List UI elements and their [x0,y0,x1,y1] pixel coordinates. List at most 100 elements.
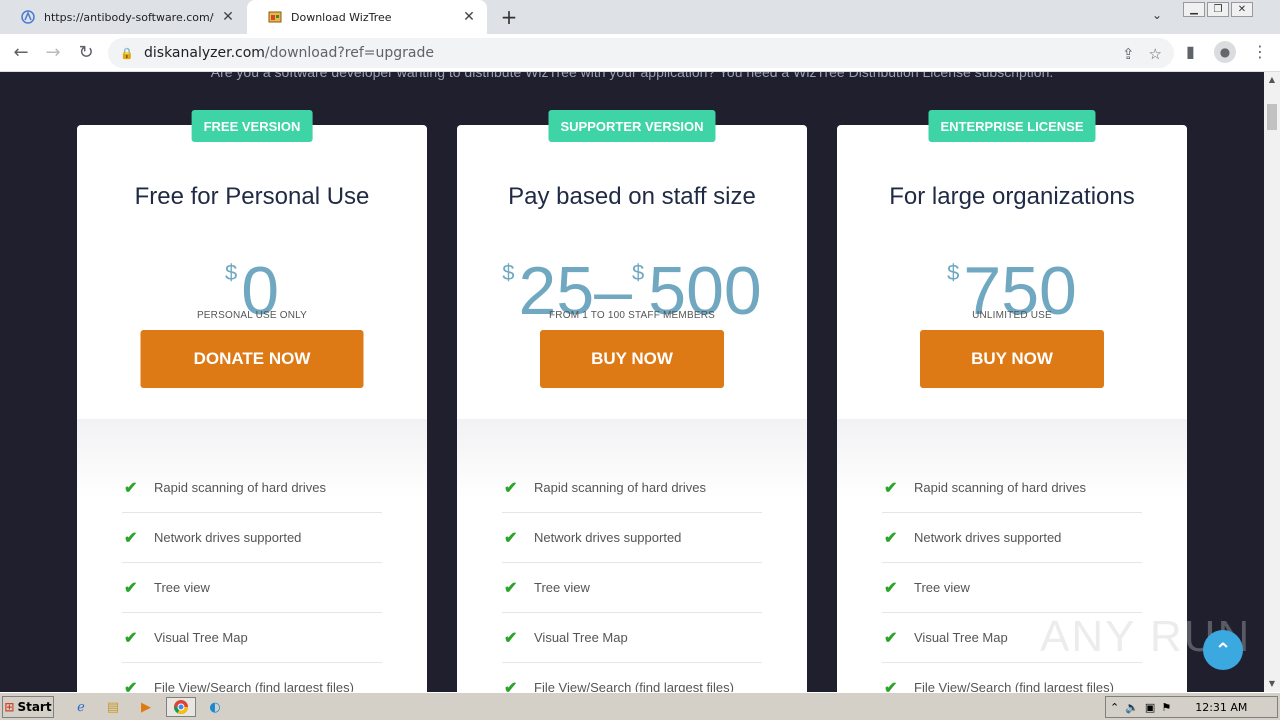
close-icon[interactable]: ✕ [220,9,236,25]
currency-symbol: $ [632,260,645,285]
tab-antibody-files[interactable]: https://antibody-software.com/files/ ✕ [0,0,246,34]
scroll-up-icon[interactable]: ▲ [1264,72,1280,88]
list-item: ✔ Tree view [882,563,1142,613]
minimize-button[interactable]: ▁ [1183,2,1205,17]
share-icon[interactable]: ⇪ [1122,45,1135,63]
scroll-down-icon[interactable]: ▼ [1264,676,1280,692]
new-tab-button[interactable]: + [498,5,520,29]
list-item: ✔ Network drives supported [122,513,382,563]
feature-label: File View/Search (find largest files) [154,680,354,692]
donate-now-button[interactable]: DONATE NOW [140,330,364,388]
checkmark-icon: ✔ [884,679,898,693]
list-item: ✔ File View/Search (find largest files) [122,663,382,693]
plan-badge: ENTERPRISE LICENSE [928,110,1096,142]
plan-card-supporter: SUPPORTER VERSION Pay based on staff siz… [457,110,807,692]
feature-label: File View/Search (find largest files) [534,680,734,692]
checkmark-icon: ✔ [884,529,898,547]
feature-label: Network drives supported [154,530,302,545]
currency-symbol: $ [947,260,960,285]
buy-now-button[interactable]: BUY NOW [920,330,1104,388]
tab-bar: https://antibody-software.com/files/ ✕ D… [0,0,1280,34]
list-item: ✔ Tree view [122,563,382,613]
back-icon[interactable]: ← [10,42,32,63]
menu-icon[interactable]: ⋮ [1252,42,1268,61]
feature-label: Visual Tree Map [154,630,248,645]
edge-icon[interactable]: ◐ [204,697,226,717]
scrollbar-thumb[interactable] [1267,104,1277,130]
scroll-to-top-button[interactable]: ⌃ [1203,630,1243,670]
address-bar[interactable]: 🔒 diskanalyzer.com/download?ref=upgrade … [108,38,1174,68]
network-icon[interactable]: ▣ [1145,701,1155,714]
currency-symbol: $ [502,260,515,285]
plan-title: For large organizations [889,183,1135,210]
feature-label: Tree view [534,580,590,595]
clock[interactable]: 12:31 AM [1195,701,1247,714]
feature-label: Network drives supported [914,530,1062,545]
list-item: ✔ Network drives supported [502,513,762,563]
sidebar-icon[interactable]: ▮ [1186,42,1195,61]
restore-button[interactable]: ❐ [1207,2,1229,17]
plan-title: Free for Personal Use [134,183,370,210]
close-window-button[interactable]: ✕ [1231,2,1253,17]
checkmark-icon: ✔ [124,679,138,693]
plan-title: Pay based on staff size [508,183,756,210]
tab-download-wiztree[interactable]: Download WizTree ✕ [247,0,487,34]
flag-icon[interactable]: ⚑ [1161,701,1171,714]
star-icon[interactable]: ☆ [1149,45,1162,63]
list-item: ✔ Rapid scanning of hard drives [122,463,382,513]
checkmark-icon: ✔ [504,579,518,597]
tray-expand-icon[interactable]: ⌃ [1110,701,1119,714]
plan-badge: FREE VERSION [191,110,313,142]
list-item: ✔ Rapid scanning of hard drives [882,463,1142,513]
checkmark-icon: ✔ [124,529,138,547]
plan-card-enterprise: ENTERPRISE LICENSE For large organizatio… [837,110,1187,693]
folder-icon[interactable]: ▤ [102,697,124,717]
feature-label: Visual Tree Map [914,630,1008,645]
windows-taskbar: ⊞ Start ℯ ▤ ▶ ◐ ⌃ 🔈 ▣ ⚑ 12:31 AM [0,692,1280,720]
tab-label: Download WizTree [291,10,392,24]
close-icon[interactable]: ✕ [461,9,477,25]
browser-toolbar: ← → ↻ 🔒 diskanalyzer.com/download?ref=up… [0,34,1280,72]
plan-badge: SUPPORTER VERSION [548,110,716,142]
distribution-intro: Are you a software developer wanting to … [210,72,1054,80]
page-content: Are you a software developer wanting to … [0,72,1264,692]
start-button[interactable]: ⊞ Start [2,696,54,718]
url-path: /download?ref=upgrade [264,45,434,61]
chrome-icon[interactable] [166,697,196,717]
plan-subtitle: UNLIMITED USE [972,310,1052,321]
feature-label: Rapid scanning of hard drives [154,480,326,495]
lock-icon: 🔒 [120,46,134,60]
list-item: ✔ Visual Tree Map [122,613,382,663]
buy-now-button[interactable]: BUY NOW [540,330,724,388]
reload-icon[interactable]: ↻ [75,42,97,63]
checkmark-icon: ✔ [504,479,518,497]
checkmark-icon: ✔ [884,479,898,497]
feature-label: File View/Search (find largest files) [914,680,1114,692]
plan-card-free: FREE VERSION Free for Personal Use $0 PE… [77,110,427,693]
checkmark-icon: ✔ [504,529,518,547]
list-item: ✔ Visual Tree Map [502,613,762,663]
forward-icon[interactable]: → [42,42,64,63]
feature-label: Tree view [914,580,970,595]
feature-list: ✔ Rapid scanning of hard drives ✔ Network … [502,463,762,692]
feature-label: Rapid scanning of hard drives [914,480,1086,495]
profile-avatar[interactable]: ● [1214,41,1236,63]
media-player-icon[interactable]: ▶ [135,697,157,717]
page-scrollbar[interactable]: ▲ ▼ [1264,72,1280,692]
windows-logo-icon: ⊞ [4,700,15,714]
feature-label: Rapid scanning of hard drives [534,480,706,495]
checkmark-icon: ✔ [884,629,898,647]
url-host: diskanalyzer.com [144,45,265,61]
checkmark-icon: ✔ [504,679,518,693]
feature-label: Visual Tree Map [534,630,628,645]
window-controls: ▁ ❐ ✕ [1183,2,1253,17]
list-item: ✔ Tree view [502,563,762,613]
list-item: ✔ File View/Search (find largest files) [882,663,1142,693]
start-label: Start [17,700,52,714]
ie-icon[interactable]: ℯ [70,697,92,717]
tab-label: https://antibody-software.com/files/ [44,10,214,24]
chevron-down-icon[interactable]: ⌄ [1152,8,1162,22]
volume-icon[interactable]: 🔈 [1125,701,1139,714]
app-icon [20,9,36,25]
wiztree-icon [267,9,283,25]
